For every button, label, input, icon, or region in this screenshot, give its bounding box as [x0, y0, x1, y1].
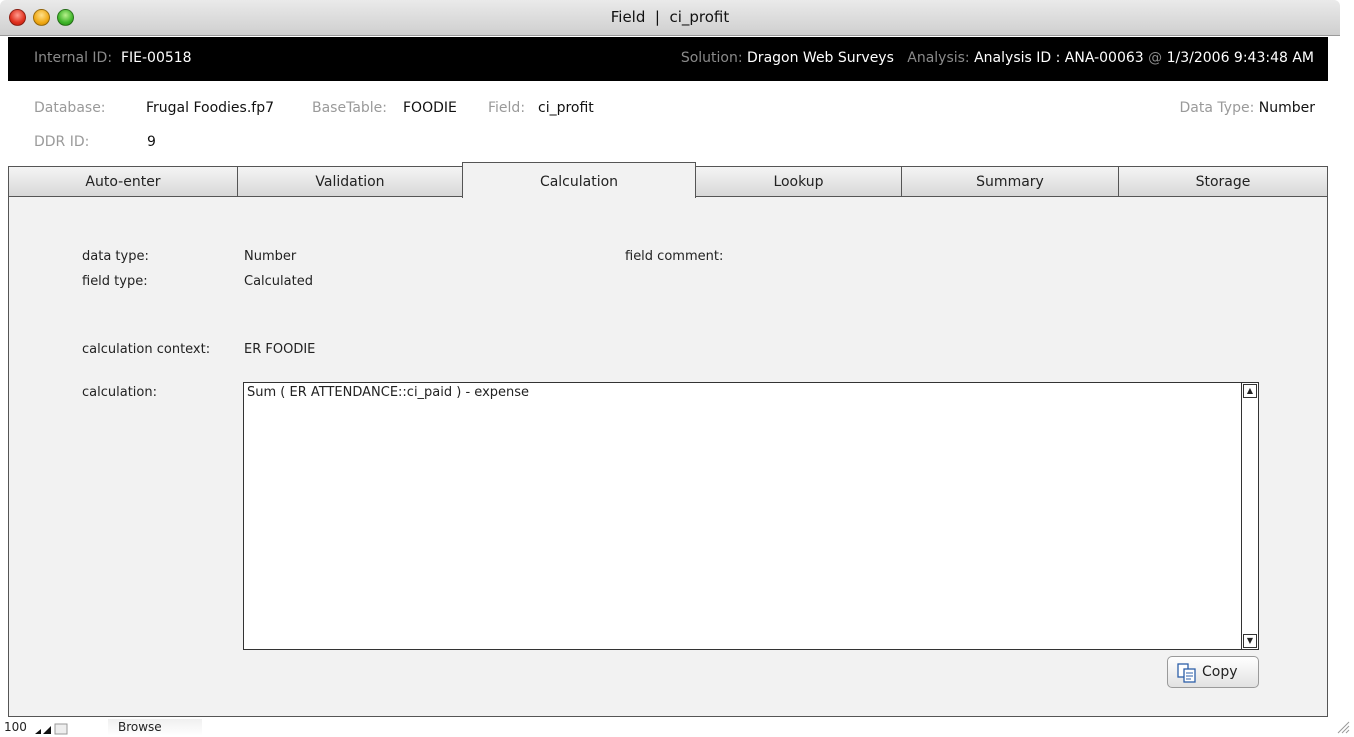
ddr-id-label: DDR ID:	[34, 134, 90, 150]
copy-button[interactable]: Copy	[1167, 656, 1259, 688]
tab-bar: Auto-enter Validation Calculation Lookup…	[8, 162, 1328, 198]
mode-indicator[interactable]: Browse	[108, 719, 202, 736]
calculation-label: calculation:	[82, 385, 157, 400]
scroll-up-arrow-icon[interactable]: ▲	[1243, 384, 1257, 398]
copy-button-label: Copy	[1202, 664, 1238, 680]
data-type-detail-label: data type:	[82, 249, 149, 264]
analysis-label: Analysis:	[907, 50, 970, 66]
internal-id-label: Internal ID:	[34, 50, 113, 66]
field-header: Database: Frugal Foodies.fp7 BaseTable: …	[8, 81, 1328, 166]
analysis-value: Analysis ID : ANA-00063	[974, 50, 1144, 66]
title-bar: Field | ci_profit	[0, 0, 1340, 36]
ddr-id-value: 9	[147, 134, 156, 150]
tab-calculation[interactable]: Calculation	[462, 162, 696, 198]
internal-id: Internal ID: FIE-00518	[34, 50, 192, 66]
window-title: Field | ci_profit	[610, 8, 730, 26]
data-type: Data Type: Number	[1180, 100, 1315, 116]
data-type-value: Number	[1258, 100, 1315, 116]
field-type-value: Calculated	[244, 274, 313, 289]
mode-label: Browse	[118, 720, 162, 734]
tab-validation[interactable]: Validation	[237, 166, 463, 196]
data-type-detail-value: Number	[244, 249, 297, 264]
calculation-context-label: calculation context:	[82, 342, 211, 357]
status-bar: 100 Browse	[0, 718, 1354, 737]
tab-lookup[interactable]: Lookup	[695, 166, 902, 196]
timestamp: 1/3/2006 9:43:48 AM	[1166, 50, 1314, 66]
tab-storage[interactable]: Storage	[1118, 166, 1328, 196]
calculation-panel: data type: Number field comment: field t…	[8, 197, 1328, 717]
copy-icon	[1177, 663, 1196, 683]
field-type-label: field type:	[82, 274, 148, 289]
scroll-down-arrow-icon[interactable]: ▼	[1243, 634, 1257, 648]
field-comment-label: field comment:	[625, 249, 724, 264]
calculation-context-value: ER FOODIE	[244, 342, 316, 357]
calculation-textarea[interactable]: Sum ( ER ATTENDANCE::ci_paid ) - expense…	[243, 382, 1259, 650]
data-type-label: Data Type:	[1179, 100, 1255, 116]
database-label: Database:	[34, 100, 106, 116]
database-value: Frugal Foodies.fp7	[146, 100, 275, 116]
basetable-label: BaseTable:	[312, 100, 388, 116]
calculation-scrollbar[interactable]: ▲ ▼	[1241, 383, 1258, 649]
at-sign: @	[1148, 50, 1163, 66]
field-label: Field:	[488, 100, 526, 116]
zoom-control-icon[interactable]	[33, 723, 69, 735]
solution-label: Solution:	[680, 50, 743, 66]
basetable-value: FOODIE	[403, 100, 457, 116]
info-bar: Internal ID: FIE-00518 Solution: Dragon …	[8, 37, 1328, 81]
solution-analysis: Solution: Dragon Web Surveys Analysis: A…	[681, 50, 1314, 66]
tab-summary[interactable]: Summary	[901, 166, 1119, 196]
solution-value: Dragon Web Surveys	[747, 50, 894, 66]
field-value: ci_profit	[538, 100, 594, 116]
calculation-formula: Sum ( ER ATTENDANCE::ci_paid ) - expense	[247, 385, 530, 400]
internal-id-value: FIE-00518	[120, 50, 192, 66]
zoom-level[interactable]: 100	[4, 720, 27, 734]
resize-grip-icon[interactable]	[1336, 720, 1350, 734]
tab-auto-enter[interactable]: Auto-enter	[8, 166, 238, 196]
